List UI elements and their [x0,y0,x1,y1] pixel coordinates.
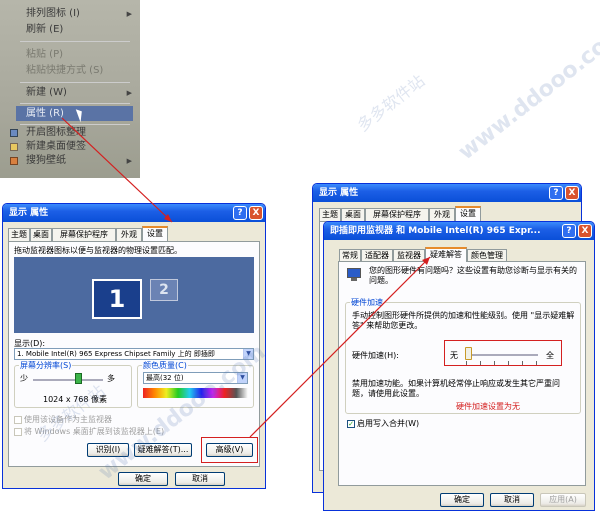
tab-screensaver[interactable]: 屏幕保护程序 [52,228,116,241]
ok-button[interactable]: 确定 [118,472,168,486]
tab-troubleshoot[interactable]: 疑难解答 [425,247,467,262]
checkbox [14,415,22,424]
help-button[interactable]: ? [562,224,576,238]
checkbox [14,427,22,436]
menu-separator [20,103,130,104]
close-button[interactable]: X [565,186,579,200]
submenu-arrow-icon: ▶ [126,10,132,18]
tab-strip: 主题 桌面 屏幕保护程序 外观 设置 [319,206,581,222]
window-title: 显示 属性 [9,208,49,218]
tab-appearance[interactable]: 外观 [116,228,142,241]
desktop-context-menu: 排列图标 (I) ▶ 刷新 (E) 粘贴 (P) 粘贴快捷方式 (S) 新建 (W… [0,0,140,178]
menu-item-label: 粘贴 (P) [26,49,64,60]
intro-text: 您的图形硬件有问题吗？这些设置有助您诊断与显示有关的问题。 [369,266,577,285]
cancel-button[interactable]: 取消 [490,493,534,507]
apply-button[interactable]: 应用(A) [540,493,586,507]
tab-appearance[interactable]: 外观 [429,208,455,221]
tab-settings[interactable]: 设置 [142,226,168,241]
hw-description: 手动控制图形硬件所提供的加速和性能级别。使用 "显示疑难解答" 来帮助您更改。 [352,311,575,330]
monitor-icon [347,268,361,278]
annotation-text: 硬件加速设置为无 [456,402,520,411]
menu-item-label: 搜狗壁纸 [26,155,66,166]
instruction-text: 拖动监视器图标以便与监视器的物理设置匹配。 [14,246,182,255]
menu-item-label: 粘贴快捷方式 (S) [26,65,104,76]
tab-theme[interactable]: 主题 [8,228,30,241]
menu-item-label: 新建 (W) [26,87,67,98]
display-select-value: 1. Mobile Intel(R) 965 Express Chipset F… [17,350,215,358]
troubleshoot-panel: 您的图形硬件有问题吗？这些设置有助您诊断与显示有关的问题。 硬件加速 手动控制图… [338,261,586,486]
menu-item-label: 排列图标 (I) [26,8,80,19]
window-title: 即插即用监视器 和 Mobile Intel(R) 965 Expr... [330,226,541,236]
menu-item-label: 新建桌面便签 [26,141,86,152]
close-button[interactable]: X [249,206,263,220]
title-bar: 即插即用监视器 和 Mobile Intel(R) 965 Expr... ? … [324,222,594,240]
res-more-label: 多 [107,374,115,383]
display-select[interactable]: 1. Mobile Intel(R) 965 Express Chipset F… [14,348,254,360]
help-button[interactable]: ? [549,186,563,200]
tab-theme[interactable]: 主题 [319,208,341,221]
monitor-1-icon[interactable]: 1 [92,279,142,319]
note-icon [10,143,18,151]
menu-item-label: 开启图标整理 [26,127,86,138]
highlight-box [444,340,562,366]
watermark: www.ddooo.com [453,19,600,166]
menu-item-label: 属性 (R) [26,108,64,119]
window-title: 显示 属性 [319,188,359,198]
tab-desktop[interactable]: 桌面 [30,228,52,241]
screenshot-root: 排列图标 (I) ▶ 刷新 (E) 粘贴 (P) 粘贴快捷方式 (S) 新建 (W… [0,0,600,517]
tab-strip: 主题 桌面 屏幕保护程序 外观 设置 [8,226,265,242]
submenu-arrow-icon: ▶ [126,157,132,165]
resolution-slider-thumb[interactable] [75,373,82,384]
menu-item-label: 刷新 (E) [26,24,64,35]
color-group-title: 颜色质量(C) [142,360,188,371]
help-button[interactable]: ? [233,206,247,220]
menu-item-arrange-icons[interactable]: 排列图标 (I) ▶ [0,6,140,22]
grid-icon [10,129,18,137]
menu-item-new[interactable]: 新建 (W) ▶ [0,85,140,101]
monitor-adapter-properties-window: 即插即用监视器 和 Mobile Intel(R) 965 Expr... ? … [323,221,595,511]
close-button[interactable]: X [578,224,592,238]
monitor-2-icon[interactable]: 2 [150,279,178,301]
color-select-value: 最高(32 位) [146,374,184,382]
status-text: 禁用加速功能。如果计算机经常停止响应或发生其它严重问题，请使用此设置。 [352,379,560,398]
submenu-arrow-icon: ▶ [126,89,132,97]
menu-separator [20,41,130,42]
tab-settings[interactable]: 设置 [455,206,481,221]
menu-item-paste-shortcut[interactable]: 粘贴快捷方式 (S) [0,63,140,79]
wallpaper-icon [10,157,18,165]
hw-accel-label: 硬件加速(H): [352,351,399,360]
hw-group-title: 硬件加速 [350,297,384,308]
menu-item-properties[interactable]: 属性 (R) [0,106,140,122]
monitor-arrangement-area: 1 2 [14,257,254,333]
menu-item-sogou-wallpaper[interactable]: 搜狗壁纸 ▶ [0,153,140,169]
checkbox-label: 启用写入合并(W) [357,419,420,428]
menu-separator [20,82,130,83]
title-bar: 显示 属性 ? X [313,184,581,202]
checkbox-checked: ✓ [347,419,355,428]
ok-button[interactable]: 确定 [440,493,484,507]
menu-item-paste[interactable]: 粘贴 (P) [0,47,140,63]
title-bar: 显示 属性 ? X [3,204,265,222]
monitor-stand-icon [351,278,357,281]
highlight-box [201,437,258,463]
menu-item-refresh[interactable]: 刷新 (E) [0,22,140,38]
write-combining-check[interactable]: ✓ 启用写入合并(W) [347,418,419,429]
hardware-acceleration-group: 硬件加速 手动控制图形硬件所提供的加速和性能级别。使用 "显示疑难解答" 来帮助… [345,297,581,414]
tab-desktop[interactable]: 桌面 [341,208,365,221]
tab-screensaver[interactable]: 屏幕保护程序 [365,208,429,221]
cancel-button[interactable]: 取消 [175,472,225,486]
resolution-group-title: 屏幕分辨率(S) [19,360,73,371]
watermark: 多多软件站 [353,71,429,136]
res-less-label: 少 [20,374,28,383]
